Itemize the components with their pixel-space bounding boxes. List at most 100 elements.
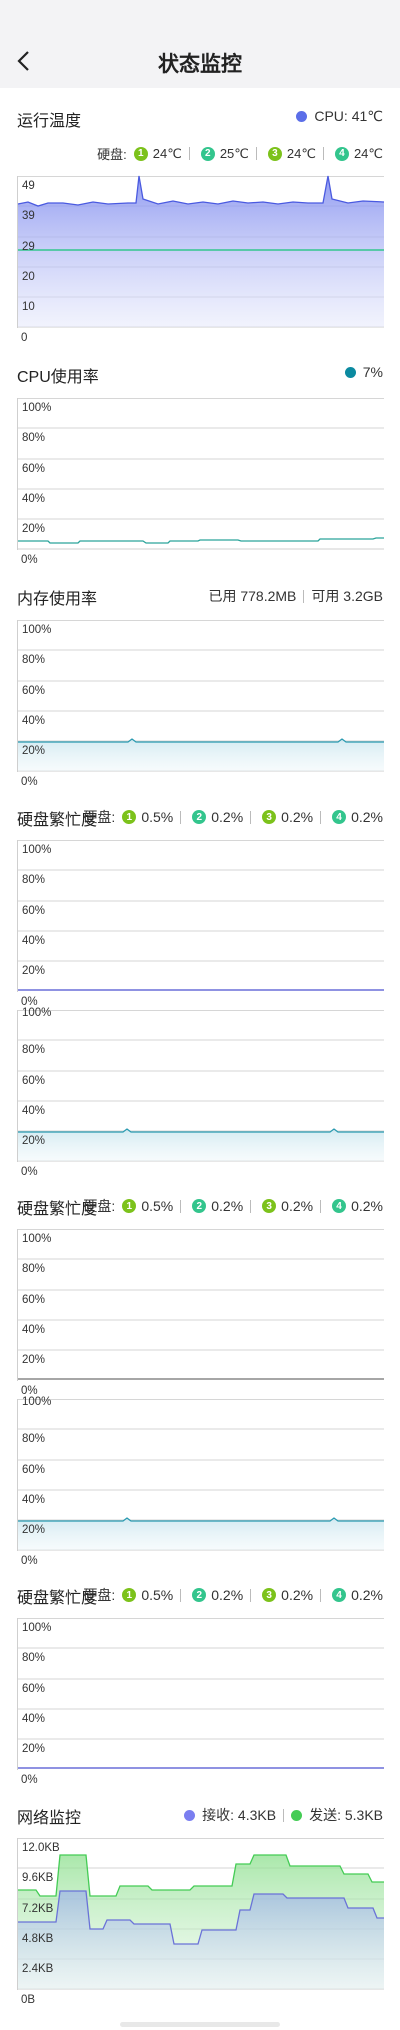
disk-busy-chart: 100% 80% 60% 40% 20% <box>17 1229 384 1381</box>
memory-available: 可用 3.2GB <box>311 588 383 604</box>
temp-zero-tick: 0 <box>21 332 28 344</box>
disk-1-busy: 0.5% <box>141 809 174 825</box>
cpu-tick: 60% <box>22 463 46 475</box>
disk-busy-tick: 20% <box>22 1743 46 1755</box>
divider <box>283 1808 285 1822</box>
disk-4-busy: 0.2% <box>351 1587 383 1603</box>
memory-tick: 40% <box>22 715 46 727</box>
disk-busy-tick: 80% <box>22 1652 46 1664</box>
divider <box>180 810 182 824</box>
cpu-temp-area <box>18 176 384 327</box>
network-receive: 接收: 4.3KB <box>202 1807 277 1823</box>
divider <box>250 810 252 824</box>
cpu-legend: 7% <box>344 364 383 380</box>
network-tick: 12.0KB <box>22 1842 60 1854</box>
memory-chart: 100% 80% 60% 40% 20% <box>17 620 384 772</box>
disk-label: 硬盘: <box>83 809 116 825</box>
divider <box>320 1199 322 1213</box>
disk-2-temp: 25℃ <box>219 145 249 161</box>
disk-3-badge: 3 <box>267 146 282 161</box>
page-title: 状态监控 <box>158 53 242 76</box>
disk-4-badge: 4 <box>332 1588 347 1602</box>
disk-busy-tick: 100% <box>22 844 52 856</box>
disk-2-busy: 0.2% <box>211 1198 244 1214</box>
disk-busy-zero-tick: 0% <box>21 1774 38 1786</box>
memory-tick: 60% <box>22 685 46 697</box>
disk-io-tick: 80% <box>22 1433 46 1445</box>
temp-tick: 10 <box>22 301 35 313</box>
disk-busy-tick: 40% <box>22 1713 46 1725</box>
divider <box>250 1199 252 1213</box>
temp-tick: 39 <box>22 210 35 222</box>
disk-2-badge: 2 <box>192 1588 207 1602</box>
disk-temp-legend: 硬盘: 1 24℃ 2 25℃ 3 24℃ 4 24℃ <box>97 144 383 163</box>
send-legend-dot <box>291 1809 303 1821</box>
divider <box>322 147 324 160</box>
memory-zero-tick: 0% <box>21 776 38 788</box>
disk-2-badge: 2 <box>192 810 207 824</box>
memory-tick: 80% <box>22 654 46 666</box>
temperature-title: 运行温度 <box>17 113 82 130</box>
disk-busy-tick: 40% <box>22 935 46 947</box>
divider <box>180 1588 182 1602</box>
disk-io-tick: 60% <box>22 1464 46 1476</box>
disk-4-badge: 4 <box>334 146 349 161</box>
disk-3-busy: 0.2% <box>281 1587 314 1603</box>
disk-io-tick: 100% <box>22 1396 52 1408</box>
cpu-tick: 80% <box>22 432 46 444</box>
cpu-zero-tick: 0% <box>21 554 38 566</box>
disk-3-badge: 3 <box>262 810 277 824</box>
disk-busy-tick: 40% <box>22 1324 46 1336</box>
network-tick: 7.2KB <box>22 1903 54 1915</box>
disk-io-tick: 40% <box>22 1494 46 1506</box>
disk-io-chart: 100% 80% 60% 40% 20% <box>17 1396 384 1551</box>
divider <box>250 1588 252 1602</box>
disk-busy-tick: 60% <box>22 1294 46 1306</box>
receive-legend-dot <box>184 1809 196 1821</box>
cpu-tick: 40% <box>22 493 46 505</box>
disk-io-chart: 100% 80% 60% 40% 20% <box>17 1007 384 1162</box>
disk-1-badge: 1 <box>122 810 137 824</box>
disk-4-badge: 4 <box>332 810 347 824</box>
disk-2-busy: 0.2% <box>211 1587 244 1603</box>
memory-title: 内存使用率 <box>17 591 98 608</box>
cpu-legend-dot <box>296 111 308 122</box>
disk-label: 硬盘: <box>83 1198 116 1214</box>
network-tick: 4.8KB <box>22 1933 54 1945</box>
disk-3-busy: 0.2% <box>281 1198 314 1214</box>
memory-tick: 20% <box>22 745 46 757</box>
temp-tick: 20 <box>22 271 35 283</box>
cpu-chart: 100% 80% 60% 40% 20% <box>17 398 384 550</box>
divider <box>255 147 257 160</box>
disk-3-badge: 3 <box>262 1199 277 1213</box>
disk-busy-tick: 60% <box>22 905 46 917</box>
disk-1-badge: 1 <box>122 1199 137 1213</box>
cpu-usage-line <box>18 537 384 544</box>
disk-2-badge: 2 <box>192 1199 207 1213</box>
disk-io-tick: 60% <box>22 1075 46 1087</box>
disk-io-tick: 20% <box>22 1524 46 1536</box>
cpu-tick: 20% <box>22 523 46 535</box>
disk-busy-tick: 60% <box>22 1683 46 1695</box>
network-chart: 12.0KB 9.6KB 7.2KB 4.8KB 2.4KB <box>17 1838 384 1990</box>
disk-2-busy: 0.2% <box>211 809 244 825</box>
disk-io-zero-tick: 0% <box>21 1555 38 1567</box>
disk-4-busy: 0.2% <box>351 1198 383 1214</box>
divider <box>188 147 190 160</box>
cpu-temp-legend: CPU: 41℃ <box>296 108 383 125</box>
disk-4-badge: 4 <box>332 1199 347 1213</box>
disk-1-busy: 0.5% <box>141 1198 174 1214</box>
cpu-legend-dot <box>344 366 356 378</box>
disk-busy-tick: 80% <box>22 1263 46 1275</box>
divider <box>320 1588 322 1602</box>
disk-3-busy: 0.2% <box>281 809 314 825</box>
disk-busy-tick: 100% <box>22 1622 52 1634</box>
disk-1-badge: 1 <box>133 146 148 161</box>
memory-legend: 已用 778.2MB 可用 3.2GB <box>208 586 383 606</box>
disk-3-badge: 3 <box>262 1588 277 1602</box>
memory-used: 已用 778.2MB <box>208 588 297 604</box>
disk-busy-tick: 20% <box>22 965 46 977</box>
disk-4-temp: 24℃ <box>353 145 383 161</box>
disk-busy-legend: 硬盘: 1 0.5% 2 0.2% 3 0.2% 4 0.2% <box>83 807 383 827</box>
disk-label: 硬盘: <box>83 1587 116 1603</box>
